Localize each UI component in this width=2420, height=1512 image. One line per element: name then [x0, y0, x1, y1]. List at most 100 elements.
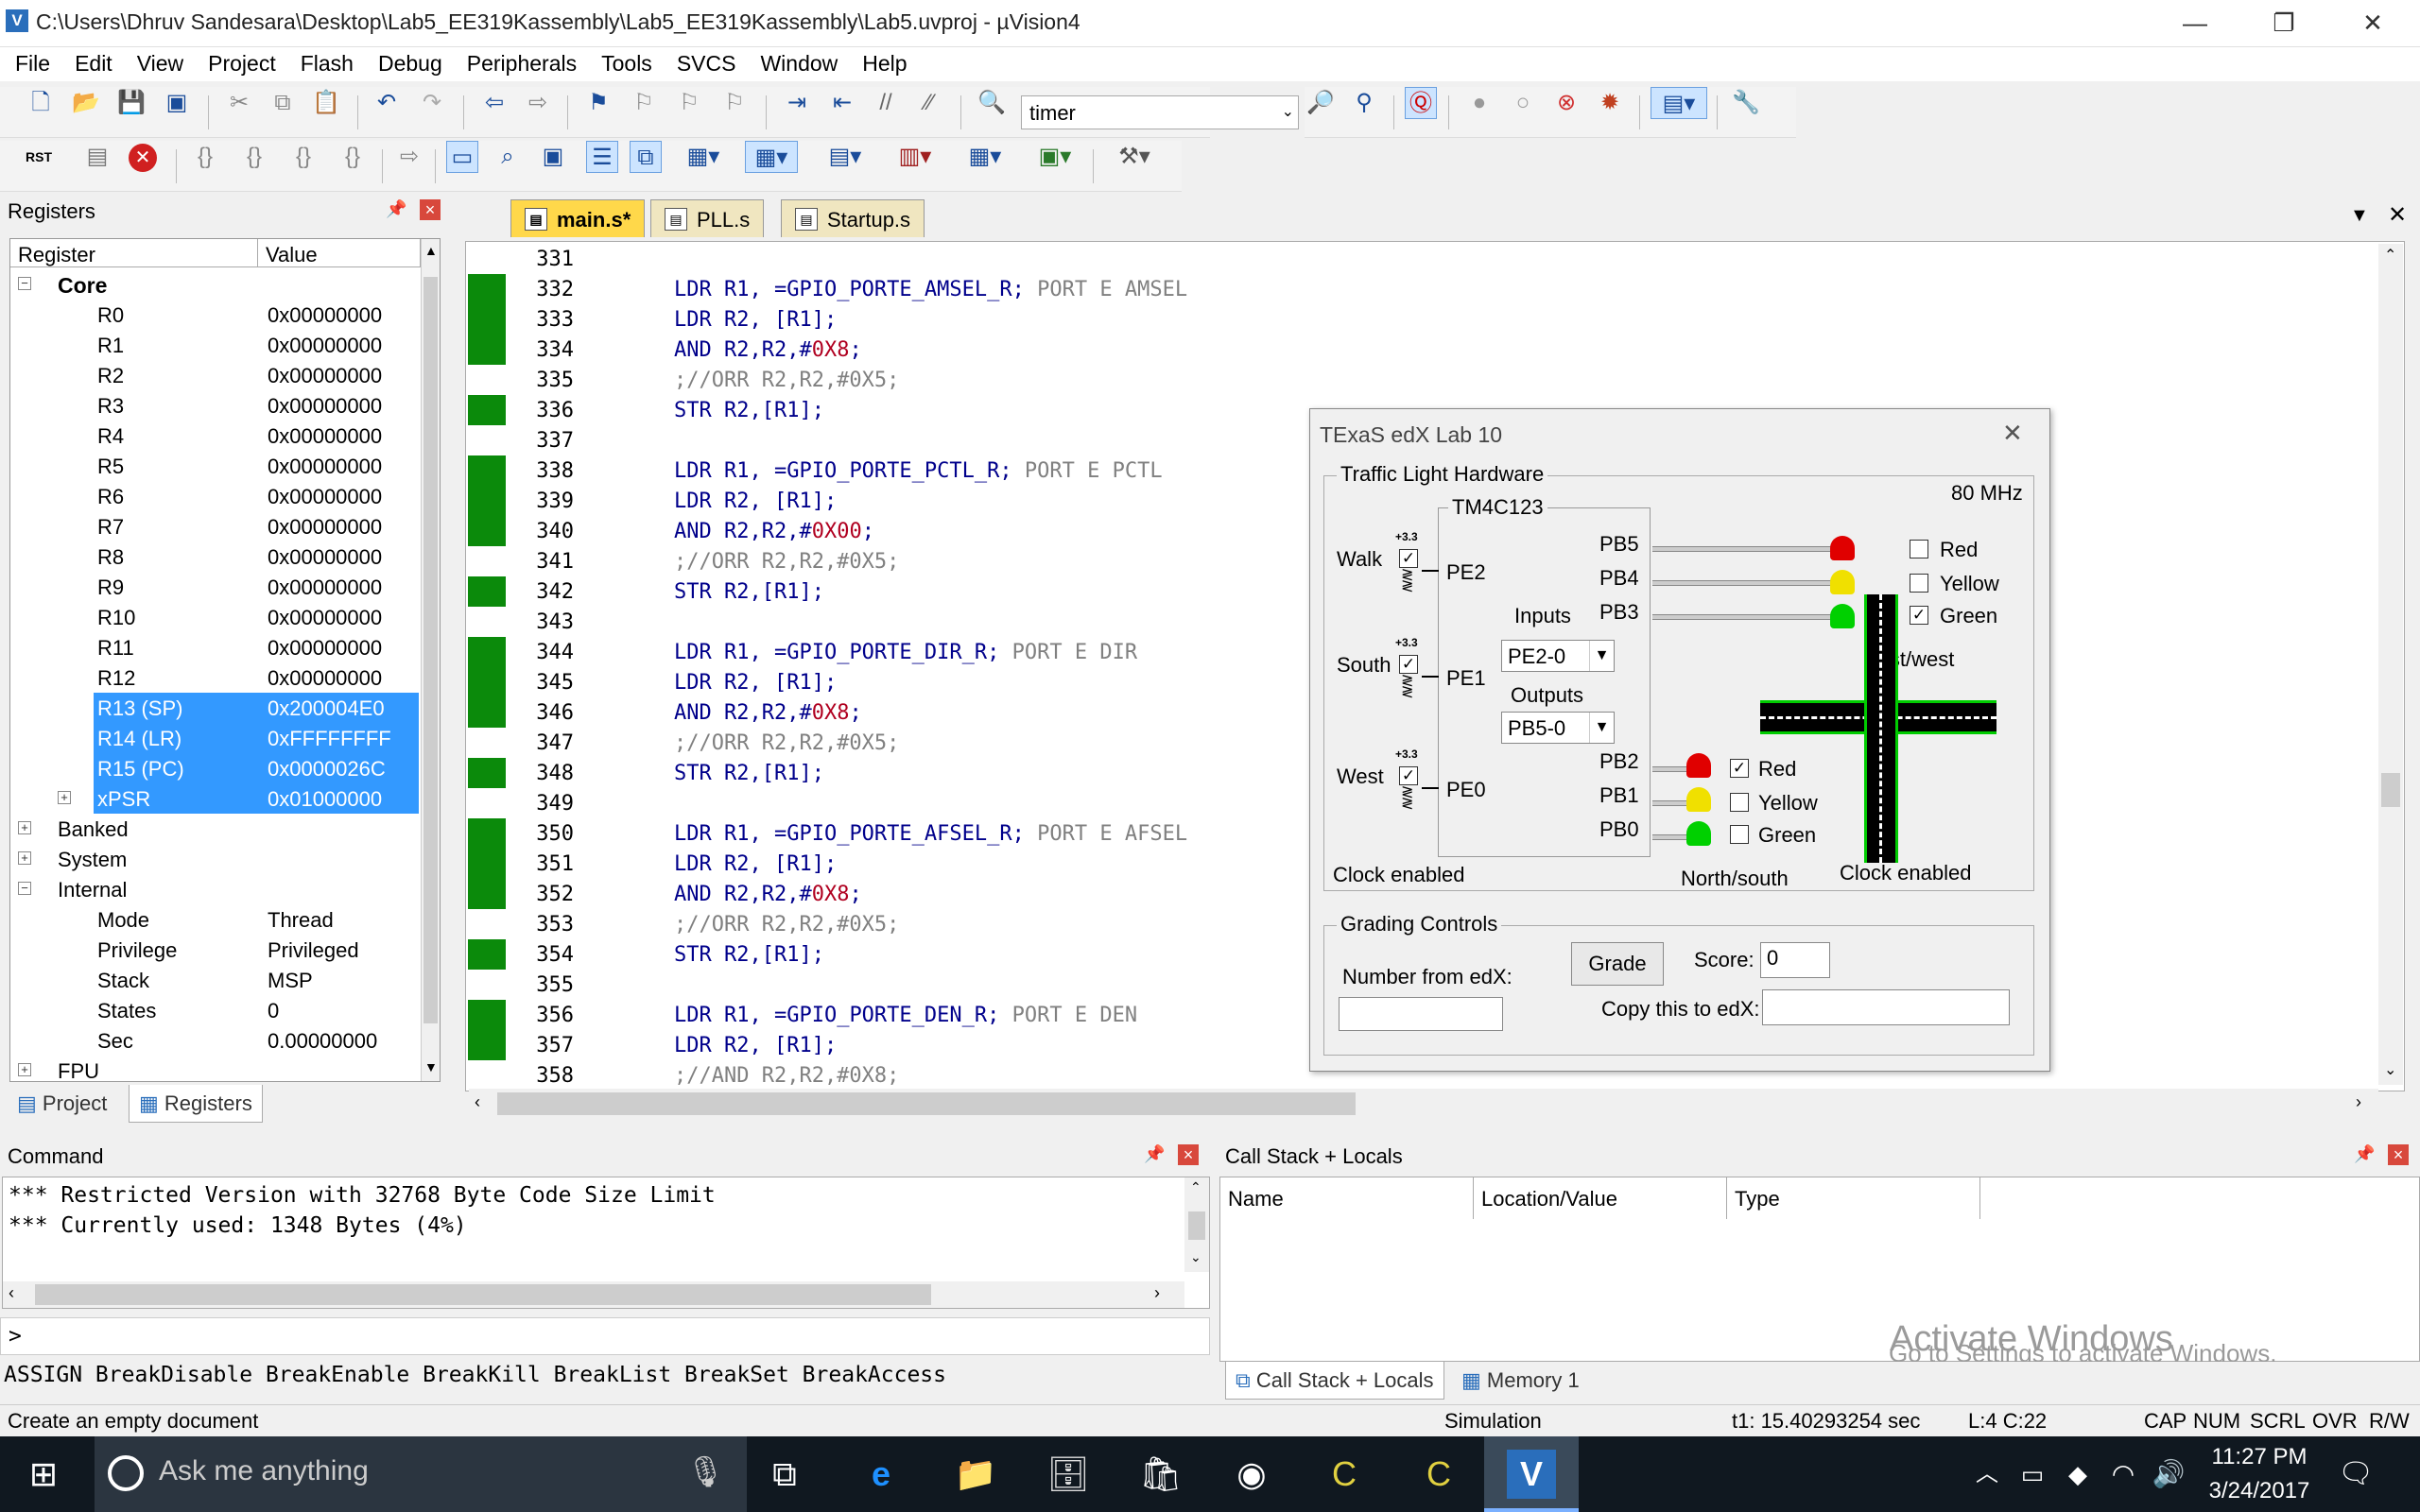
coverage-marker[interactable] [468, 244, 506, 274]
call-stack-window-icon[interactable]: ⧉ [630, 141, 662, 173]
tab-callstack-locals[interactable]: ⧉ Call Stack + Locals [1225, 1362, 1444, 1400]
coverage-marker[interactable] [468, 909, 506, 939]
editor-vscrollbar[interactable]: ⌃ ⌄ [2378, 244, 2403, 1085]
coverage-marker[interactable] [468, 365, 506, 395]
register-row-r7[interactable]: R7 0x00000000 [10, 511, 419, 541]
scroll-thumb[interactable] [424, 277, 438, 1023]
bookmark-icon[interactable]: ⚑ [582, 87, 614, 119]
window-layout-icon[interactable]: ▤▾ [1651, 87, 1707, 119]
step-over-icon[interactable]: {} [238, 141, 270, 173]
collapse-icon[interactable]: − [18, 882, 31, 895]
inputs-select[interactable]: PE2-0 ▼ [1501, 640, 1615, 672]
copy-to-edx-field[interactable] [1762, 989, 2010, 1025]
coverage-marker[interactable] [468, 849, 506, 879]
coverage-marker[interactable] [468, 939, 506, 970]
internal-row-states[interactable]: States 0 [10, 995, 419, 1025]
coverage-marker[interactable] [468, 788, 506, 818]
windows-start-icon[interactable]: ⊞ [19, 1450, 68, 1499]
paste-icon[interactable]: 📋 [310, 87, 342, 119]
trace-windows-icon[interactable]: ▦▾ [959, 141, 1011, 173]
tree-node-system[interactable]: + System [10, 844, 419, 874]
battery-icon[interactable]: ▭ [2008, 1450, 2057, 1499]
menu-help[interactable]: Help [847, 47, 907, 77]
collapse-icon[interactable]: − [18, 277, 31, 290]
register-row-r8[interactable]: R8 0x00000000 [10, 541, 419, 572]
menu-window[interactable]: Window [745, 47, 838, 77]
ns-red-checkbox[interactable]: ✓ [1730, 759, 1749, 778]
menu-peripherals[interactable]: Peripherals [452, 47, 577, 77]
register-row-r12[interactable]: R12 0x00000000 [10, 662, 419, 693]
disassembly-icon[interactable]: ⌕ [492, 141, 524, 173]
coverage-marker[interactable] [468, 879, 506, 909]
col-register-header[interactable]: Register [10, 239, 258, 267]
close-registers-icon[interactable]: × [420, 199, 441, 220]
nav-back-icon[interactable]: ⇦ [478, 87, 510, 119]
code-line[interactable]: 334 AND R2,R2,#0X8; [466, 335, 2338, 365]
internal-row-mode[interactable]: Mode Thread [10, 904, 419, 935]
copy-icon[interactable]: ⧉ [267, 87, 299, 119]
code-line[interactable]: 333 LDR R2, [R1]; [466, 304, 2338, 335]
coverage-marker[interactable] [468, 697, 506, 728]
register-row-r5[interactable]: R5 0x00000000 [10, 451, 419, 481]
tab-list-dropdown-icon[interactable]: ▼ [2350, 205, 2369, 227]
coverage-marker[interactable] [468, 607, 506, 637]
system-viewer-icon[interactable]: ▣▾ [1028, 141, 1081, 173]
grade-button[interactable]: Grade [1571, 942, 1664, 986]
coverage-marker[interactable] [468, 667, 506, 697]
toolbox-icon[interactable]: ⚒▾ [1106, 141, 1163, 173]
enable-breakpoint-icon[interactable]: ○ [1507, 87, 1539, 119]
save-all-icon[interactable]: ▣ [161, 87, 193, 119]
stop-icon[interactable]: ✕ [129, 144, 157, 172]
coverage-marker[interactable] [468, 728, 506, 758]
reset-icon[interactable]: RST [23, 141, 55, 173]
find-icon[interactable]: 🔎 [1305, 87, 1337, 119]
cortana-search-box[interactable]: Ask me anything 🎙 [95, 1436, 747, 1512]
next-bookmark-icon[interactable]: ⚐ [673, 87, 705, 119]
memory-windows-icon[interactable]: ▦▾ [745, 141, 798, 173]
close-button[interactable]: ✕ [2344, 6, 2401, 40]
registers-scrollbar[interactable]: ▲ ▼ [421, 239, 440, 1081]
incremental-find-icon[interactable]: ⚲ [1348, 87, 1380, 119]
col-type-header[interactable]: Type [1727, 1177, 1980, 1219]
register-row-r9[interactable]: R9 0x00000000 [10, 572, 419, 602]
register-row-r13-sp[interactable]: R13 (SP) 0x200004E0 [94, 693, 419, 723]
coverage-marker[interactable] [468, 335, 506, 365]
tab-pll-s[interactable]: ▤ PLL.s [650, 199, 765, 237]
uvision-taskbar-button[interactable]: V [1484, 1436, 1579, 1512]
symbols-icon[interactable]: ▣ [537, 141, 569, 173]
tree-node-fpu[interactable]: + FPU [10, 1056, 419, 1081]
tree-node-core[interactable]: − Core [10, 269, 419, 300]
coverage-marker[interactable] [468, 758, 506, 788]
tab-startup-s[interactable]: ▤ Startup.s [781, 199, 925, 237]
find-in-files-icon[interactable]: 🔍 [976, 87, 1008, 119]
cut-icon[interactable]: ✂ [223, 87, 255, 119]
number-from-edx-input[interactable] [1339, 997, 1503, 1031]
microphone-icon[interactable]: 🎙 [686, 1453, 725, 1489]
scroll-down-icon[interactable]: ▼ [424, 1059, 438, 1074]
register-row-r3[interactable]: R3 0x00000000 [10, 390, 419, 421]
open-file-icon[interactable]: 📂 [70, 87, 102, 119]
register-row-r2[interactable]: R2 0x00000000 [10, 360, 419, 390]
step-out-icon[interactable]: {} [287, 141, 320, 173]
dialog-close-button[interactable]: ✕ [2002, 419, 2023, 448]
app-icon[interactable]: 🗄 [1044, 1450, 1093, 1499]
walk-switch-checkbox[interactable]: ✓ [1399, 549, 1418, 568]
insert-breakpoint-icon[interactable]: ● [1463, 87, 1495, 119]
task-view-icon[interactable]: ⧉ [760, 1450, 809, 1499]
disable-breakpoints-icon[interactable]: ⊗ [1550, 87, 1582, 119]
step-in-icon[interactable]: {} [189, 141, 221, 173]
command-input[interactable]: > [0, 1317, 1210, 1355]
pin-icon[interactable]: 📌 [1144, 1144, 1165, 1164]
nav-forward-icon[interactable]: ⇨ [522, 87, 554, 119]
show-hidden-icons[interactable]: ︿ [1962, 1450, 2012, 1499]
configure-icon[interactable]: 🔧 [1730, 87, 1762, 119]
tab-memory-1[interactable]: ▦ Memory 1 [1452, 1362, 1589, 1400]
expand-icon[interactable]: + [18, 821, 31, 834]
editor-hscrollbar[interactable]: ‹ › [469, 1089, 2378, 1119]
register-row-r1[interactable]: R1 0x00000000 [10, 330, 419, 360]
menu-file[interactable]: File [0, 47, 50, 77]
internal-row-sec[interactable]: Sec 0.00000000 [10, 1025, 419, 1056]
ns-green-checkbox[interactable] [1730, 825, 1749, 844]
expand-icon[interactable]: + [18, 851, 31, 865]
coverage-marker[interactable] [468, 274, 506, 304]
